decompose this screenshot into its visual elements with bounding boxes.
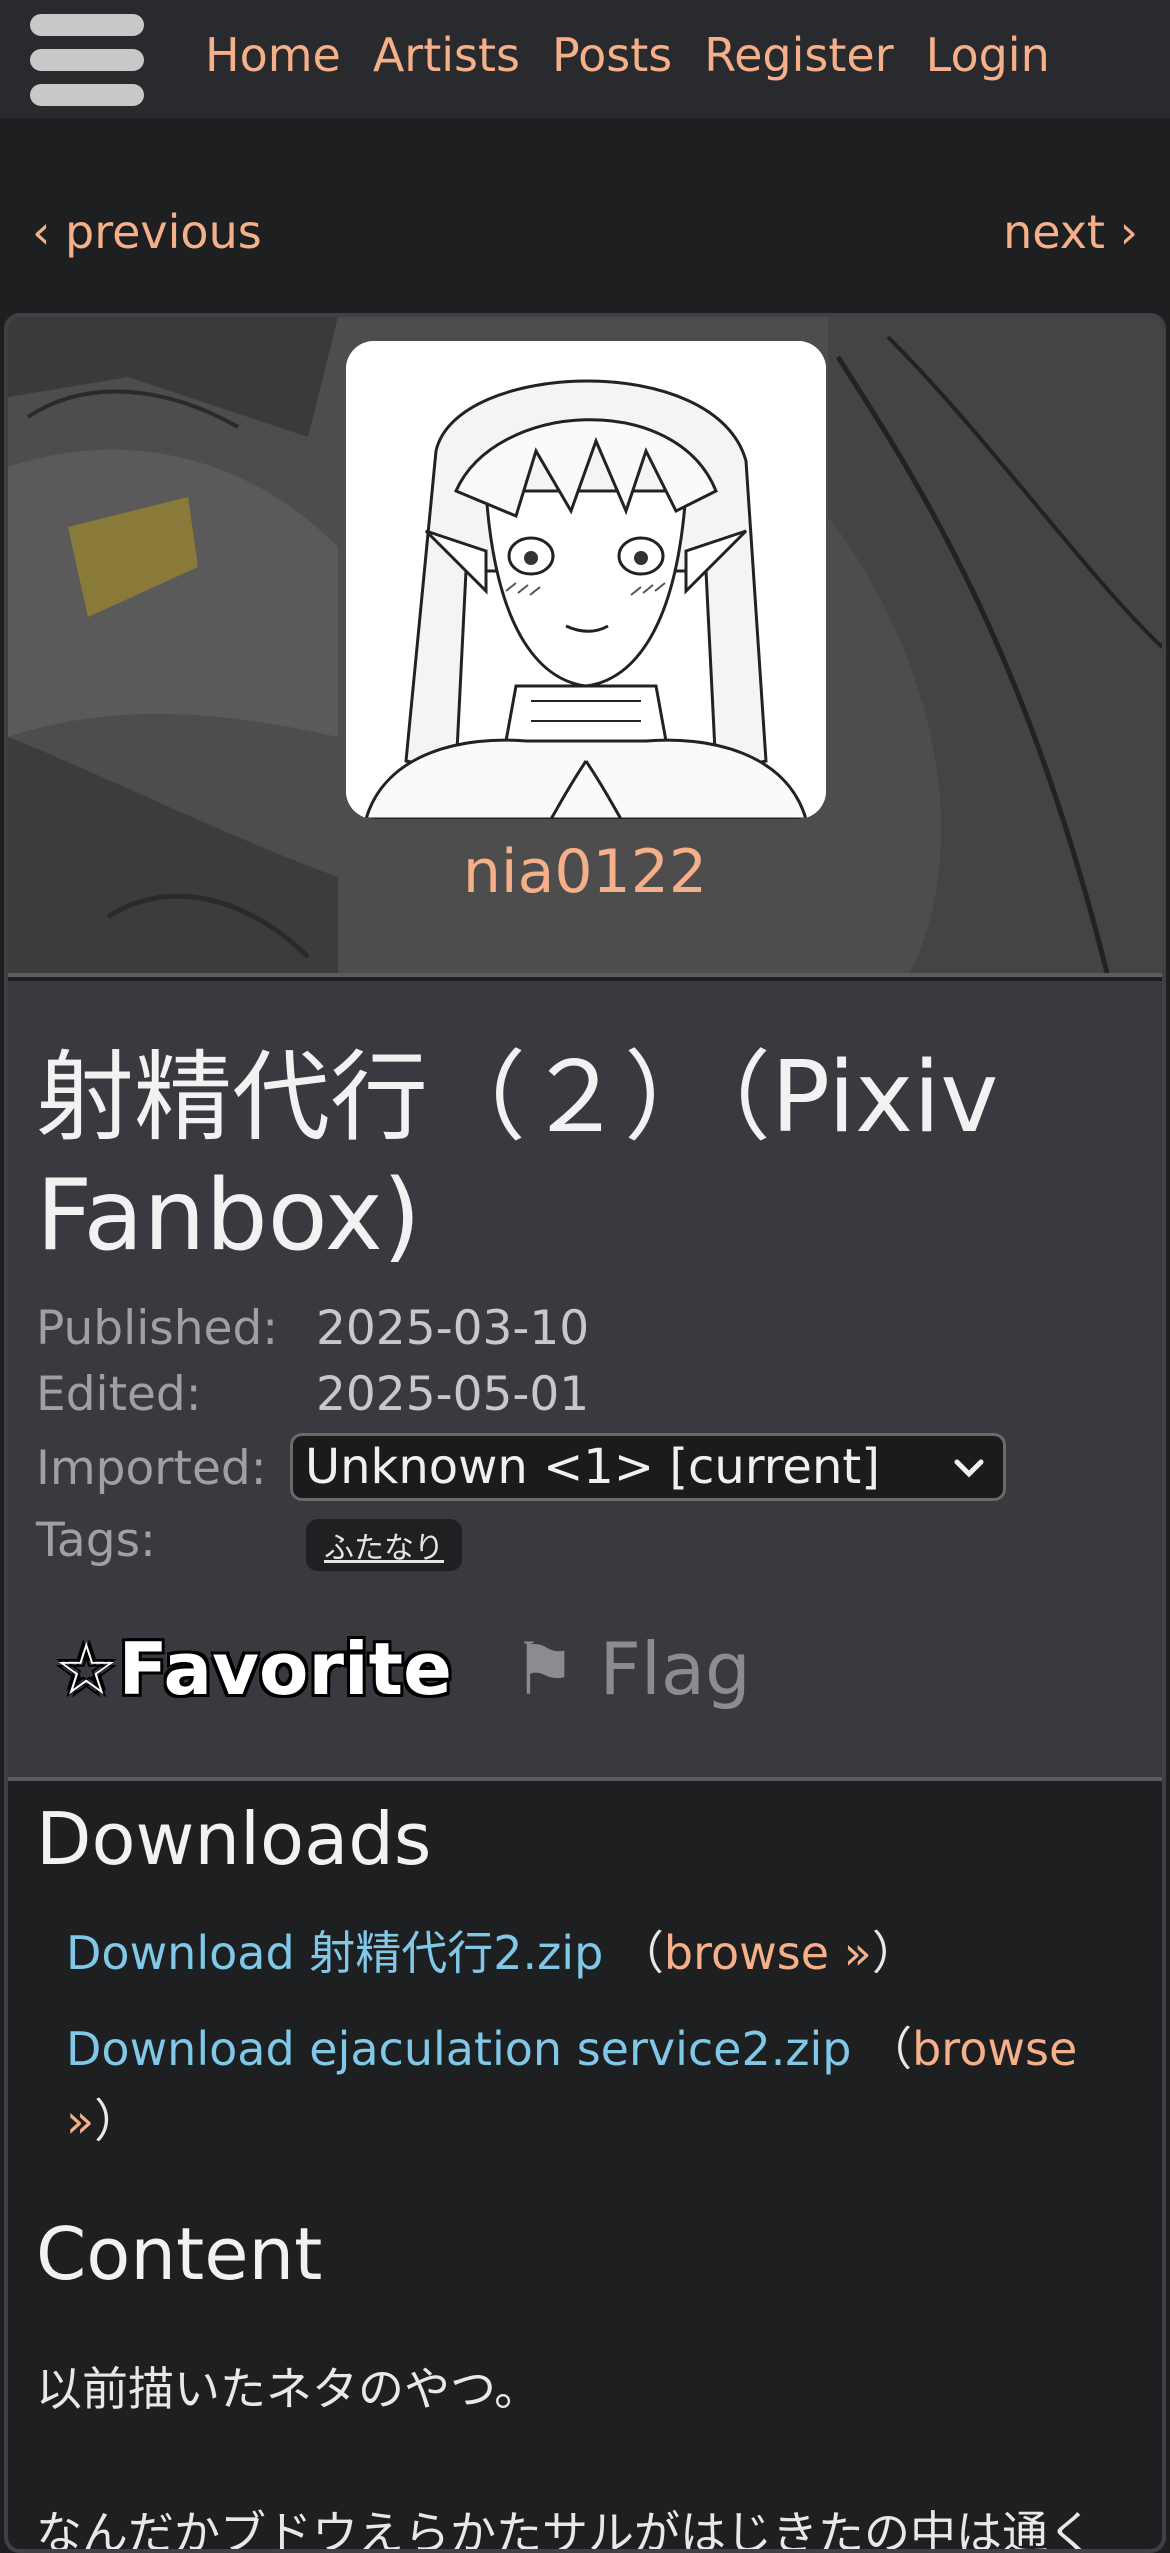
import-version-value: Unknown <1> [current] [305, 1439, 880, 1495]
artist-banner: nia0122 [8, 317, 1162, 977]
import-version-select[interactable]: Unknown <1> [current] [290, 1433, 1006, 1501]
chevron-down-icon [954, 1459, 984, 1478]
previous-post-link[interactable]: ‹ previous [32, 205, 262, 259]
paren-close: ） [94, 2094, 141, 2148]
nav-login-link[interactable]: Login [926, 28, 1050, 82]
content-paragraph: なんだかブドウえらかたサルがはじきたの中は通く [36, 2506, 1094, 2553]
nav-links: Home Artists Posts Register Login [205, 0, 1082, 110]
edited-label: Edited: [36, 1367, 202, 1422]
browse-link[interactable]: browse » [664, 1926, 872, 1980]
favorite-button[interactable]: ☆Favorite [54, 1627, 452, 1711]
imported-label: Imported: [36, 1441, 267, 1496]
avatar-illustration [346, 341, 826, 819]
top-navbar: Home Artists Posts Register Login [0, 0, 1170, 118]
published-label: Published: [36, 1301, 279, 1356]
edited-date: 2025-05-01 [316, 1367, 590, 1422]
artist-name-link[interactable]: nia0122 [8, 837, 1162, 907]
star-icon: ☆ [54, 1627, 119, 1711]
downloads-heading: Downloads [36, 1797, 432, 1881]
content-paragraph: 以前描いたネタのやつ。 [36, 2362, 541, 2416]
flag-button[interactable]: ⚑ Flag [512, 1627, 751, 1711]
hamburger-menu-icon[interactable] [30, 14, 144, 106]
download-link[interactable]: Download 射精代行2.zip [66, 1926, 603, 1980]
tag-chip[interactable]: ふたなり [306, 1519, 462, 1571]
nav-posts-link[interactable]: Posts [552, 28, 672, 82]
content-heading: Content [36, 2212, 323, 2296]
paren-close: ） [871, 1926, 918, 1980]
download-item: Download ejaculation service2.zip （brows… [66, 2013, 1126, 2157]
favorite-label: Favorite [118, 1627, 452, 1711]
next-post-link[interactable]: next › [1003, 205, 1138, 259]
post-info-panel: 射精代行（２）（Pixiv Fanbox) Published: 2025-03… [8, 981, 1162, 1781]
published-date: 2025-03-10 [316, 1301, 590, 1356]
nav-artists-link[interactable]: Artists [373, 28, 520, 82]
post-pager: ‹ previous next › [0, 205, 1170, 275]
nav-register-link[interactable]: Register [704, 28, 893, 82]
artist-avatar[interactable] [346, 341, 826, 819]
download-link[interactable]: Download ejaculation service2.zip [66, 2022, 851, 2076]
paren-open: （ [866, 2022, 913, 2076]
nav-home-link[interactable]: Home [205, 28, 341, 82]
post-title: 射精代行（２）（Pixiv Fanbox) [36, 1041, 999, 1273]
tags-label: Tags: [36, 1513, 156, 1568]
post-card: nia0122 射精代行（２）（Pixiv Fanbox) Published:… [4, 313, 1166, 2553]
paren-open: （ [617, 1926, 664, 1980]
flag-label: Flag [599, 1627, 751, 1711]
download-item: Download 射精代行2.zip （browse »） [66, 1917, 1126, 1989]
flag-icon: ⚑ [512, 1627, 577, 1711]
